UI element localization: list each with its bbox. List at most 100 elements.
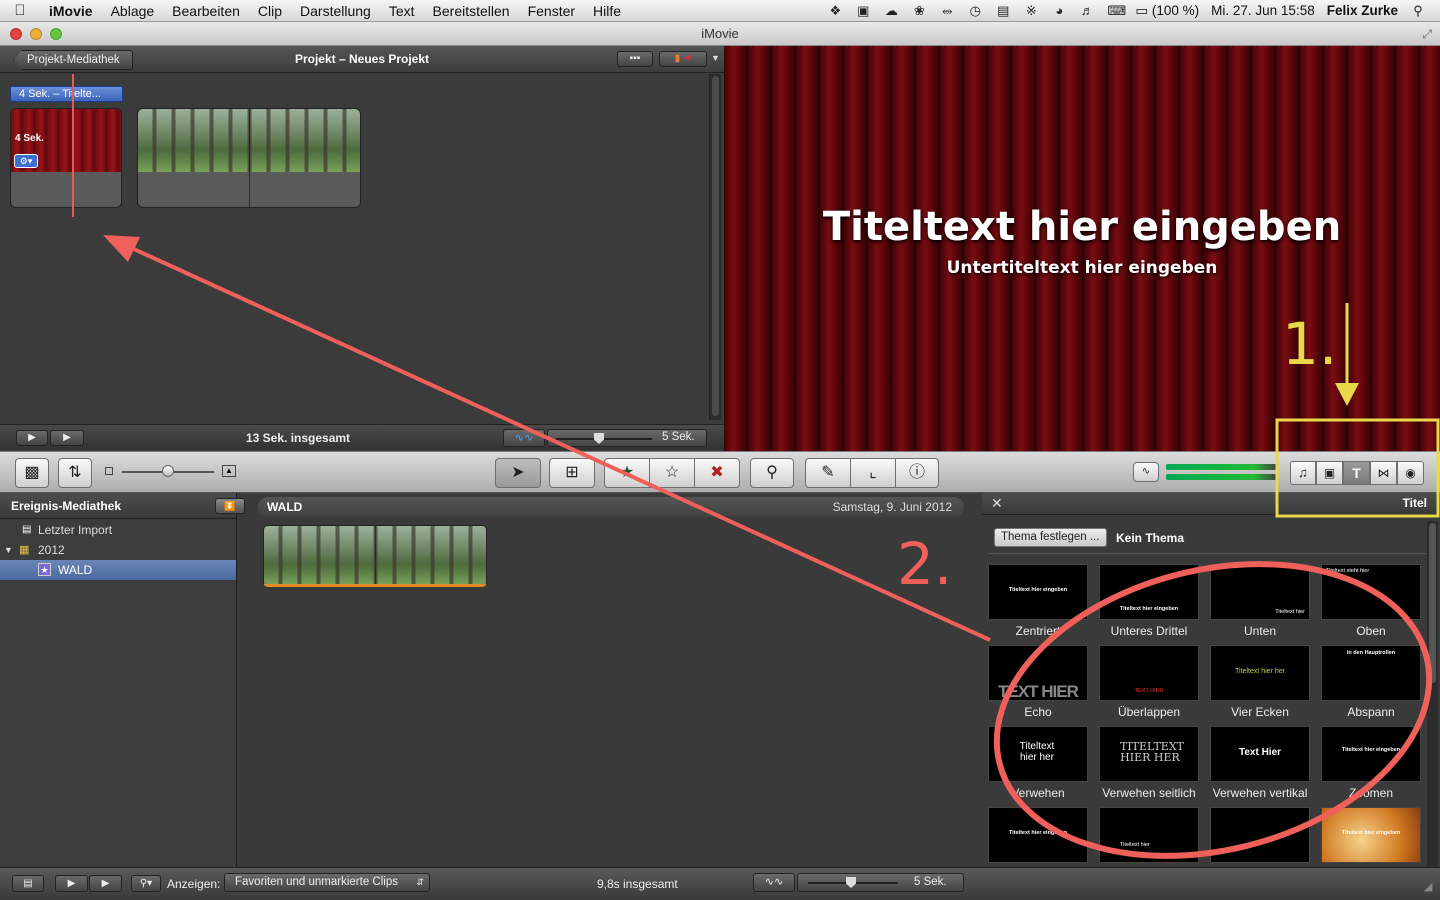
battery-status[interactable]: ▭ (100 %) xyxy=(1135,3,1199,19)
title-style-unteres-drittel[interactable]: Titeltext hier eingeben xyxy=(1099,564,1199,620)
clock[interactable]: Mi. 27. Jun 15:58 xyxy=(1211,3,1315,18)
title-style-row4-2[interactable]: Titeltext hier xyxy=(1099,807,1199,863)
swap-events-projects-icon[interactable]: ⇅ xyxy=(58,458,92,488)
title-style-row4-3[interactable] xyxy=(1210,807,1310,863)
crop-button[interactable]: ⌞ xyxy=(850,458,896,488)
menu-darstellung[interactable]: Darstellung xyxy=(291,3,380,19)
time-machine-icon[interactable]: ◷ xyxy=(967,3,983,18)
eject-drive-icon[interactable]: ⏬ xyxy=(215,498,245,514)
fullscreen-icon[interactable]: ⤢ xyxy=(1422,22,1432,46)
unmark-button[interactable]: ☆ xyxy=(649,458,695,488)
arrow-tool-button[interactable]: ➤ xyxy=(495,458,541,488)
show-filter-select[interactable]: Favoriten und unmarkierte Clips ⇵ xyxy=(224,873,430,892)
project-options-chevron-icon[interactable]: ▼ xyxy=(711,53,720,63)
audio-skimming-icon[interactable]: ∿ xyxy=(1133,462,1159,482)
bluetooth-icon[interactable]: ※ xyxy=(1023,3,1039,18)
menu-app[interactable]: iMovie xyxy=(40,3,102,19)
zoom-thumb[interactable] xyxy=(594,433,604,444)
add-to-project-button[interactable]: ⊞ xyxy=(549,458,595,488)
title-style-verwehen-vertikal[interactable]: Text Hier xyxy=(1210,726,1310,782)
titles-browser-icon[interactable]: T xyxy=(1343,461,1370,485)
cloud-icon[interactable]: ☁ xyxy=(883,3,899,18)
play-project-button[interactable]: ▶ xyxy=(50,430,84,446)
menu-hilfe[interactable]: Hilfe xyxy=(584,3,630,19)
paw-icon[interactable]: ❀ xyxy=(911,3,927,18)
clip-action-gear-icon[interactable]: ⚙▾ xyxy=(14,154,38,168)
set-theme-button[interactable]: Thema festlegen ... xyxy=(994,528,1107,547)
disclosure-triangle-icon[interactable]: ▼ xyxy=(4,540,13,560)
reject-button[interactable]: ✖ xyxy=(694,458,740,488)
title-background-clip[interactable]: 4 Sek. ⚙▾ xyxy=(10,108,122,208)
menu-text[interactable]: Text xyxy=(380,3,424,19)
play-fullscreen-button[interactable]: ▶ xyxy=(16,430,48,446)
title-style-ueberlappen[interactable]: TEXT HIER xyxy=(1099,645,1199,701)
screen-icon[interactable]: ▣ xyxy=(855,3,871,18)
project-scrollbar[interactable] xyxy=(709,74,721,420)
mark-favorite-button[interactable]: ★ xyxy=(604,458,650,488)
library-item-wald[interactable]: ★ WALD xyxy=(0,560,236,580)
title-clip-bar[interactable]: 4 Sek. – Titelte... xyxy=(10,86,123,102)
forest-video-clip[interactable] xyxy=(137,108,361,208)
title-style-row4-4[interactable]: Titeltext hier eingeben xyxy=(1321,807,1421,863)
bolt-icon[interactable]: ⥈ xyxy=(939,3,955,18)
keyboard-icon[interactable]: ⌨ xyxy=(1107,3,1126,18)
menu-bearbeiten[interactable]: Bearbeiten xyxy=(163,3,249,19)
resize-grip-icon[interactable]: ◢ xyxy=(1424,880,1432,893)
event-clip-forest[interactable] xyxy=(263,525,487,587)
spotlight-search-icon[interactable]: ⚲ xyxy=(1410,3,1426,18)
audio-waveform-button[interactable]: ∿∿ xyxy=(503,429,545,447)
events-zoom-slider[interactable]: 5 Sek. xyxy=(797,873,964,892)
volume-icon[interactable]: ♬ xyxy=(1079,3,1095,18)
title-style-verwehen-seitlich[interactable]: TITELTEXT HIER HER xyxy=(1099,726,1199,782)
project-library-back-button[interactable]: Projekt-Mediathek xyxy=(14,50,133,70)
project-scrollbar-thumb[interactable] xyxy=(712,76,719,416)
title-style-unten[interactable]: Titeltext hier xyxy=(1210,564,1310,620)
wifi-icon[interactable]: ◕ xyxy=(1051,3,1067,18)
viewer-subtitle-text[interactable]: Untertiteltext hier eingeben xyxy=(724,258,1440,278)
library-item-year[interactable]: ▼ ▦ 2012 xyxy=(0,540,236,560)
title-style-abspann[interactable]: in den Hauptrollen xyxy=(1321,645,1421,701)
playhead[interactable] xyxy=(72,74,74,217)
minimize-window-button[interactable] xyxy=(30,28,42,40)
keyword-button[interactable]: ⚲ xyxy=(750,458,794,488)
event-list-icon[interactable]: ▤ xyxy=(12,875,44,892)
search-icon[interactable]: ⚲▾ xyxy=(131,875,161,892)
menu-clip[interactable]: Clip xyxy=(249,3,291,19)
close-browser-icon[interactable]: ✕ xyxy=(991,495,1003,512)
transitions-browser-icon[interactable]: ⋈ xyxy=(1370,461,1397,485)
title-style-vier-ecken[interactable]: Titeltext hier her xyxy=(1210,645,1310,701)
menu-fenster[interactable]: Fenster xyxy=(519,3,584,19)
titles-scrollbar[interactable] xyxy=(1427,521,1438,867)
inspector-button[interactable]: ⓘ xyxy=(895,458,939,488)
title-style-verwehen[interactable]: Titeltext hier her xyxy=(988,726,1088,782)
play-events-button[interactable]: ▶ xyxy=(89,875,122,892)
voiceover-button[interactable]: ✎ xyxy=(805,458,851,488)
close-window-button[interactable] xyxy=(10,28,22,40)
thumbnail-size-thumb[interactable] xyxy=(162,465,174,477)
maps-backgrounds-browser-icon[interactable]: ◉ xyxy=(1397,461,1424,485)
title-style-row4-1[interactable]: Titeltext hier eingeben xyxy=(988,807,1088,863)
titles-scrollbar-thumb[interactable] xyxy=(1429,523,1436,683)
music-sounds-browser-icon[interactable]: ♫ xyxy=(1290,461,1316,485)
project-zoom-slider[interactable]: 5 Sek. xyxy=(547,429,707,447)
title-style-oben[interactable]: Titeltext steht hier xyxy=(1321,564,1421,620)
comment-swap-button[interactable]: ▮ ➜ xyxy=(659,51,707,67)
clip-view-toggle-button[interactable]: ▪▪▪ xyxy=(617,51,653,67)
zoom-window-button[interactable] xyxy=(50,28,62,40)
photo-browser-icon[interactable]: ▣ xyxy=(1316,461,1343,485)
dropbox-icon[interactable]: ❖ xyxy=(827,3,843,18)
title-style-zentriert[interactable]: Titeltext hier eingeben xyxy=(988,564,1088,620)
play-fullscreen-events-button[interactable]: ▶ xyxy=(55,875,88,892)
title-style-zoomen[interactable]: Titeltext hier eingeben xyxy=(1321,726,1421,782)
library-item-last-import[interactable]: ▤ Letzter Import xyxy=(0,520,236,540)
import-camera-icon[interactable]: ▩ xyxy=(15,458,49,488)
menu-bereitstellen[interactable]: Bereitstellen xyxy=(424,3,519,19)
viewer-title-text[interactable]: Titeltext hier eingeben xyxy=(724,204,1440,250)
display-icon[interactable]: ▤ xyxy=(995,3,1011,18)
apple-menu-icon[interactable]:  xyxy=(0,2,40,19)
title-style-echo[interactable]: TEXT HIER xyxy=(988,645,1088,701)
events-waveform-icon[interactable]: ∿∿ xyxy=(753,873,795,892)
menu-ablage[interactable]: Ablage xyxy=(102,3,164,19)
events-zoom-thumb[interactable] xyxy=(846,877,856,888)
user-name[interactable]: Felix Zurke xyxy=(1327,3,1398,18)
